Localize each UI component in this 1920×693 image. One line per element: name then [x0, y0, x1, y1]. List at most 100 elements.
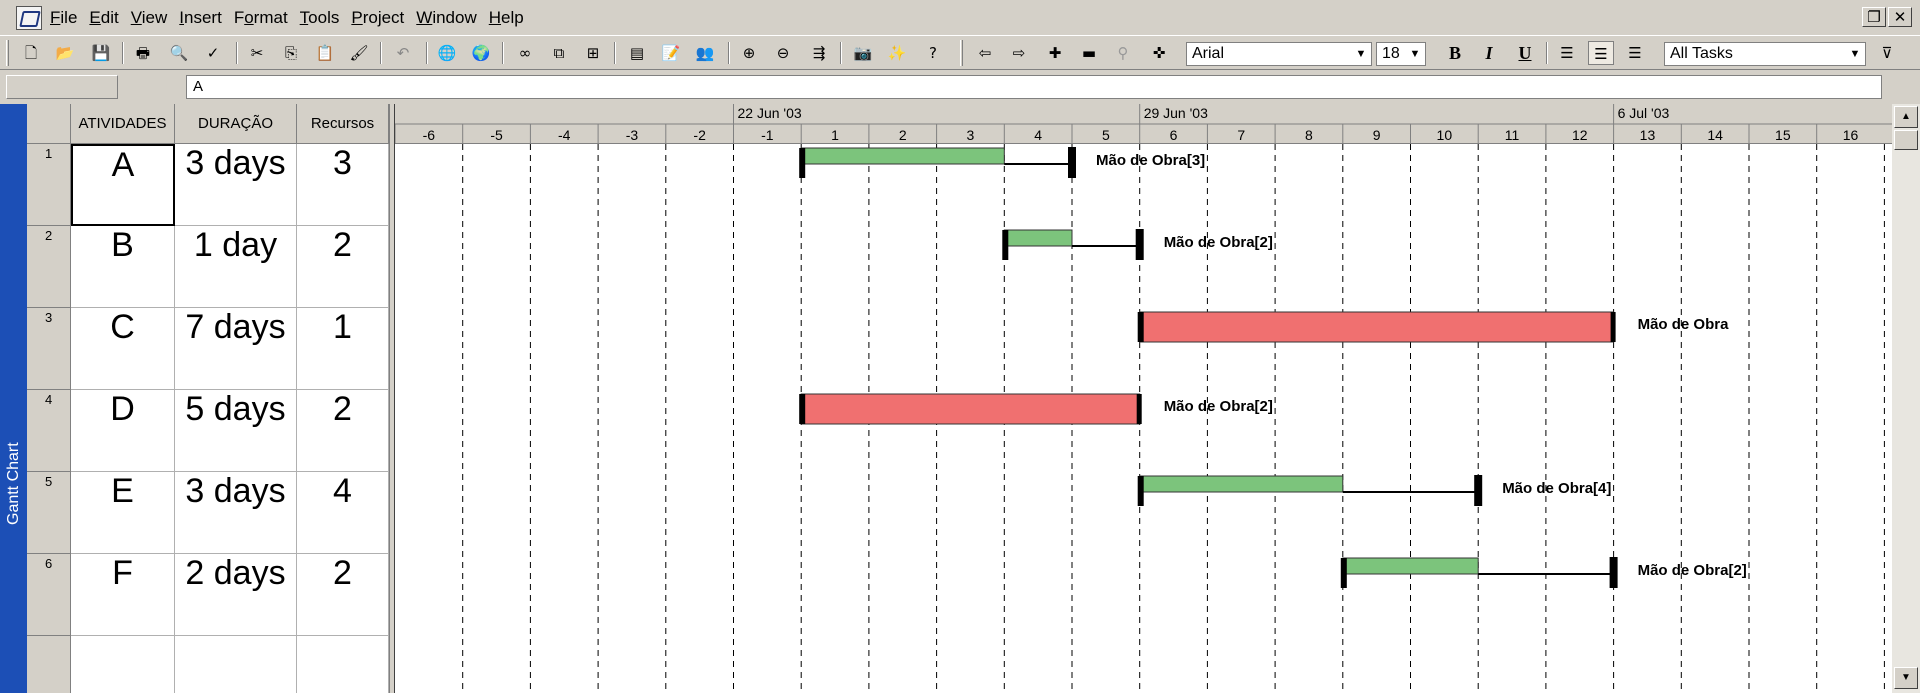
week-label[interactable]: 6 Jul '03 [1618, 105, 1670, 121]
resource-label[interactable]: Mão de Obra[4] [1502, 480, 1611, 497]
align-center-icon[interactable]: ☰ [1588, 41, 1614, 65]
open-folder-icon[interactable]: 📂 [52, 41, 78, 65]
scroll-thumb[interactable] [1894, 130, 1918, 150]
spelling-icon[interactable]: ✓ [200, 41, 226, 65]
zoom-in-icon[interactable]: ⊕ [736, 41, 762, 65]
cell-recursos[interactable]: 2 [297, 390, 389, 472]
show-all-subtasks-icon[interactable]: ✜ [1146, 41, 1172, 65]
row-header[interactable]: 5 [27, 472, 71, 554]
menu-file[interactable]: File [50, 8, 87, 28]
outdent-icon[interactable]: ⇦ [972, 41, 998, 65]
web-toolbar-icon[interactable]: 🌍 [468, 41, 494, 65]
hyperlink-globe-icon[interactable]: 🌐 [434, 41, 460, 65]
day-label[interactable]: 3 [967, 127, 975, 143]
chevron-down-icon[interactable]: ▼ [1407, 45, 1423, 63]
day-label[interactable]: -4 [558, 127, 571, 143]
resource-label[interactable]: Mão de Obra[2] [1164, 398, 1273, 415]
unlink-tasks-icon[interactable]: ⧉ [546, 41, 572, 65]
column-header-recursos[interactable]: Recursos [297, 104, 389, 144]
toolbar-grip[interactable] [960, 40, 963, 66]
print-icon[interactable]: 🖶 [130, 41, 156, 65]
font-name-combo[interactable]: Arial ▼ [1186, 42, 1372, 66]
column-header-atividades[interactable]: ATIVIDADES [71, 104, 175, 144]
row-header-empty[interactable] [27, 636, 71, 693]
day-label[interactable]: -3 [626, 127, 639, 143]
cut-icon[interactable]: ✂ [244, 41, 270, 65]
cell-duracao[interactable]: 3 days [175, 472, 297, 554]
day-label[interactable]: -6 [423, 127, 436, 143]
day-label[interactable]: 13 [1640, 127, 1656, 143]
cell-atividade[interactable]: A [71, 144, 175, 226]
day-label[interactable]: 10 [1437, 127, 1453, 143]
project-app-icon[interactable] [16, 6, 42, 30]
cell-duracao[interactable]: 5 days [175, 390, 297, 472]
task-bar[interactable] [1139, 311, 1615, 343]
hide-subtasks-icon[interactable]: ▬ [1076, 41, 1102, 65]
save-icon[interactable]: 💾 [88, 41, 114, 65]
day-label[interactable]: 14 [1707, 127, 1723, 143]
task-bar[interactable] [800, 393, 1141, 425]
split-task-icon[interactable]: ⊞ [580, 41, 606, 65]
empty-cell[interactable] [71, 636, 175, 693]
cell-recursos[interactable]: 3 [297, 144, 389, 226]
cell-duracao[interactable]: 2 days [175, 554, 297, 636]
view-bar[interactable]: Gantt Chart [0, 104, 27, 693]
day-label[interactable]: -5 [490, 127, 503, 143]
cell-duracao[interactable]: 7 days [175, 308, 297, 390]
undo-icon[interactable]: ↶ [390, 41, 416, 65]
day-label[interactable]: 1 [831, 127, 839, 143]
cell-atividade[interactable]: B [71, 226, 175, 308]
day-label[interactable]: 15 [1775, 127, 1791, 143]
menu-tools[interactable]: Tools [300, 8, 350, 28]
empty-cell[interactable] [175, 636, 297, 693]
day-label[interactable]: 16 [1843, 127, 1859, 143]
menu-insert[interactable]: Insert [179, 8, 232, 28]
day-label[interactable]: 4 [1034, 127, 1042, 143]
align-right-icon[interactable]: ☰ [1622, 41, 1648, 65]
cell-atividade[interactable]: D [71, 390, 175, 472]
zoom-out-icon[interactable]: ⊖ [770, 41, 796, 65]
menu-format[interactable]: Format [234, 8, 298, 28]
task-bar[interactable] [1139, 475, 1344, 493]
menu-view[interactable]: View [131, 8, 178, 28]
row-header[interactable]: 4 [27, 390, 71, 472]
goto-selected-task-icon[interactable]: ⇶ [806, 41, 832, 65]
indent-icon[interactable]: ⇨ [1006, 41, 1032, 65]
gantt-chart-wizard-icon[interactable]: ✨ [884, 41, 910, 65]
row-header[interactable]: 6 [27, 554, 71, 636]
menu-window[interactable]: Window [416, 8, 486, 28]
help-icon[interactable]: ? [920, 41, 946, 65]
day-label[interactable]: 6 [1170, 127, 1178, 143]
row-header[interactable]: 2 [27, 226, 71, 308]
day-label[interactable]: 7 [1237, 127, 1245, 143]
day-label[interactable]: -2 [693, 127, 706, 143]
toolbar-grip[interactable] [6, 40, 9, 66]
task-bar[interactable] [1003, 229, 1073, 247]
empty-cell[interactable] [297, 636, 389, 693]
align-left-icon[interactable]: ☰ [1554, 41, 1580, 65]
vertical-scrollbar[interactable]: ▲ ▼ [1892, 104, 1920, 693]
task-bar[interactable] [1342, 557, 1479, 575]
day-label[interactable]: -1 [761, 127, 774, 143]
week-label[interactable]: 29 Jun '03 [1144, 105, 1208, 121]
restore-window-button[interactable]: ❐ [1862, 7, 1886, 27]
autofilter-icon[interactable]: ⊽ [1874, 41, 1900, 65]
cell-recursos[interactable]: 2 [297, 554, 389, 636]
bold-button[interactable]: B [1442, 41, 1468, 65]
task-information-icon[interactable]: ▤ [624, 41, 650, 65]
cell-recursos[interactable]: 1 [297, 308, 389, 390]
scroll-down-icon[interactable]: ▼ [1894, 667, 1918, 689]
copy-picture-icon[interactable]: 📷 [850, 41, 876, 65]
cell-recursos[interactable]: 4 [297, 472, 389, 554]
day-label[interactable]: 11 [1505, 127, 1520, 143]
show-subtasks-icon[interactable]: ✚ [1042, 41, 1068, 65]
menu-project[interactable]: Project [351, 8, 414, 28]
cell-duracao[interactable]: 3 days [175, 144, 297, 226]
filter-combo[interactable]: All Tasks ▼ [1664, 42, 1866, 66]
task-bar[interactable] [800, 147, 1005, 165]
week-label[interactable]: 22 Jun '03 [738, 105, 802, 121]
print-preview-icon[interactable]: 🔍 [166, 41, 192, 65]
day-label[interactable]: 9 [1373, 127, 1381, 143]
chevron-down-icon[interactable]: ▼ [1353, 45, 1369, 63]
entry-input[interactable]: A [186, 75, 1882, 99]
